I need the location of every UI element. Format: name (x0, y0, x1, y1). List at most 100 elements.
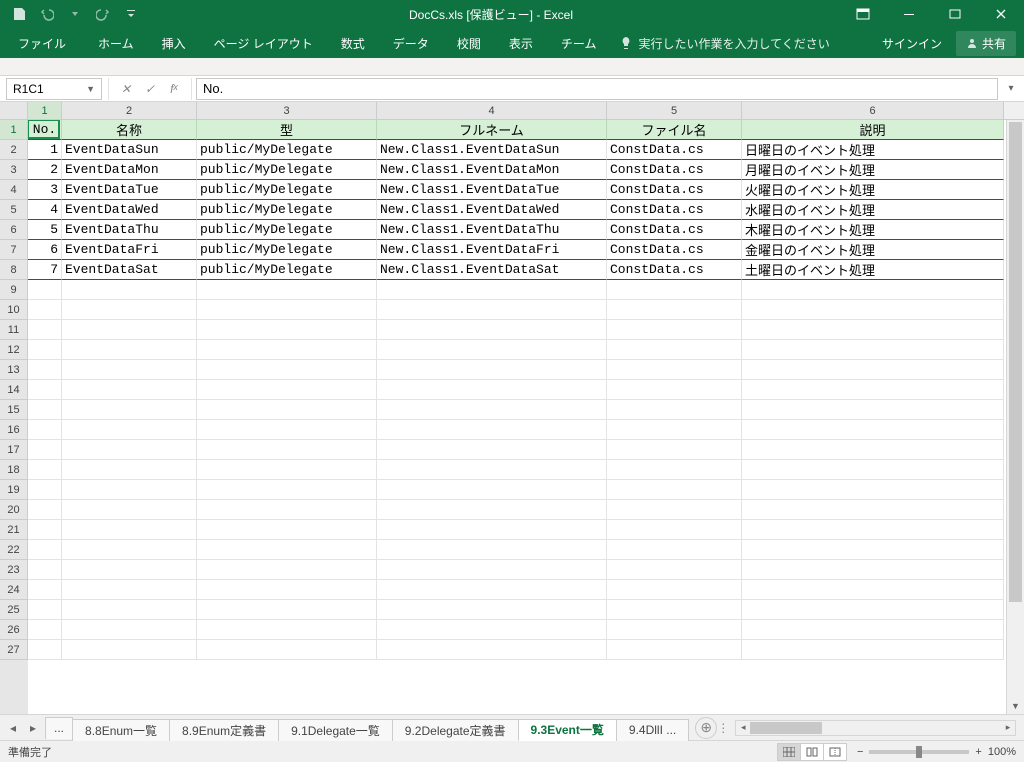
empty-cell[interactable] (62, 400, 197, 420)
empty-cell[interactable] (28, 600, 62, 620)
empty-cell[interactable] (742, 360, 1004, 380)
tab-7[interactable]: チーム (547, 28, 611, 58)
zoom-slider-thumb[interactable] (916, 746, 922, 758)
empty-cell[interactable] (62, 540, 197, 560)
empty-cell[interactable] (607, 620, 742, 640)
close-icon[interactable] (978, 0, 1024, 28)
minimize-icon[interactable] (886, 0, 932, 28)
table-cell[interactable]: public/MyDelegate (197, 160, 377, 180)
empty-cell[interactable] (28, 360, 62, 380)
table-header-cell[interactable]: 型 (197, 120, 377, 140)
row-header[interactable]: 4 (0, 180, 28, 200)
table-cell[interactable]: public/MyDelegate (197, 140, 377, 160)
select-all-corner[interactable] (0, 102, 28, 120)
row-header[interactable]: 1 (0, 120, 28, 140)
empty-cell[interactable] (62, 480, 197, 500)
table-cell[interactable]: EventDataWed (62, 200, 197, 220)
row-header[interactable]: 25 (0, 600, 28, 620)
table-cell[interactable]: ConstData.cs (607, 160, 742, 180)
table-cell[interactable]: 金曜日のイベント処理 (742, 240, 1004, 260)
row-header[interactable]: 23 (0, 560, 28, 580)
col-header[interactable]: 5 (607, 102, 742, 119)
table-cell[interactable]: 日曜日のイベント処理 (742, 140, 1004, 160)
table-cell[interactable]: ConstData.cs (607, 140, 742, 160)
empty-cell[interactable] (62, 460, 197, 480)
empty-cell[interactable] (197, 340, 377, 360)
hscroll-right-icon[interactable]: ▸ (1001, 722, 1015, 733)
empty-cell[interactable] (377, 560, 607, 580)
col-header[interactable]: 3 (197, 102, 377, 119)
row-header[interactable]: 6 (0, 220, 28, 240)
row-header[interactable]: 27 (0, 640, 28, 660)
table-cell[interactable]: ConstData.cs (607, 260, 742, 280)
table-cell[interactable]: 5 (28, 220, 62, 240)
empty-cell[interactable] (607, 280, 742, 300)
table-cell[interactable]: ConstData.cs (607, 180, 742, 200)
empty-cell[interactable] (607, 320, 742, 340)
empty-cell[interactable] (28, 340, 62, 360)
empty-cell[interactable] (28, 560, 62, 580)
tab-0[interactable]: ホーム (84, 28, 148, 58)
formula-input[interactable]: No. (196, 78, 998, 100)
empty-cell[interactable] (62, 440, 197, 460)
redo-icon[interactable] (92, 3, 114, 25)
empty-cell[interactable] (28, 540, 62, 560)
row-header[interactable]: 12 (0, 340, 28, 360)
empty-cell[interactable] (742, 620, 1004, 640)
empty-cell[interactable] (377, 420, 607, 440)
zoom-slider[interactable] (869, 750, 969, 754)
empty-cell[interactable] (377, 360, 607, 380)
empty-cell[interactable] (62, 420, 197, 440)
empty-cell[interactable] (62, 360, 197, 380)
table-cell[interactable]: ConstData.cs (607, 220, 742, 240)
empty-cell[interactable] (197, 620, 377, 640)
empty-cell[interactable] (377, 440, 607, 460)
empty-cell[interactable] (62, 600, 197, 620)
empty-cell[interactable] (607, 400, 742, 420)
empty-cell[interactable] (28, 500, 62, 520)
empty-cell[interactable] (742, 420, 1004, 440)
empty-cell[interactable] (742, 380, 1004, 400)
empty-cell[interactable] (28, 420, 62, 440)
row-header[interactable]: 17 (0, 440, 28, 460)
row-header[interactable]: 18 (0, 460, 28, 480)
sheet-split-handle[interactable]: ⋮ (717, 721, 727, 735)
table-cell[interactable]: EventDataMon (62, 160, 197, 180)
sheet-tab[interactable]: 9.2Delegate定義書 (392, 719, 519, 741)
empty-cell[interactable] (377, 580, 607, 600)
vertical-scrollbar[interactable]: ▲ ▼ (1006, 120, 1024, 714)
empty-cell[interactable] (377, 280, 607, 300)
tab-file[interactable]: ファイル (0, 28, 84, 58)
empty-cell[interactable] (62, 640, 197, 660)
empty-cell[interactable] (62, 620, 197, 640)
empty-cell[interactable] (28, 640, 62, 660)
empty-cell[interactable] (742, 300, 1004, 320)
table-header-cell[interactable]: 名称 (62, 120, 197, 140)
empty-cell[interactable] (197, 480, 377, 500)
tab-2[interactable]: ページ レイアウト (200, 28, 327, 58)
empty-cell[interactable] (742, 600, 1004, 620)
empty-cell[interactable] (607, 500, 742, 520)
maximize-icon[interactable] (932, 0, 978, 28)
cancel-icon[interactable]: ✕ (115, 82, 137, 96)
empty-cell[interactable] (197, 500, 377, 520)
empty-cell[interactable] (28, 520, 62, 540)
empty-cell[interactable] (197, 320, 377, 340)
view-normal-icon[interactable] (777, 743, 801, 761)
fx-icon[interactable]: fx (163, 82, 185, 96)
empty-cell[interactable] (28, 380, 62, 400)
sheet-tabs-ellipsis[interactable]: ... (45, 717, 73, 739)
row-header[interactable]: 10 (0, 300, 28, 320)
empty-cell[interactable] (607, 420, 742, 440)
row-header[interactable]: 13 (0, 360, 28, 380)
empty-cell[interactable] (377, 620, 607, 640)
table-cell[interactable]: New.Class1.EventDataFri (377, 240, 607, 260)
empty-cell[interactable] (607, 380, 742, 400)
table-cell[interactable]: public/MyDelegate (197, 260, 377, 280)
zoom-level[interactable]: 100% (988, 746, 1016, 758)
row-header[interactable]: 5 (0, 200, 28, 220)
empty-cell[interactable] (742, 400, 1004, 420)
empty-cell[interactable] (742, 460, 1004, 480)
sheet-tab[interactable]: 9.3Event一覧 (518, 719, 617, 741)
name-box[interactable]: R1C1 ▼ (6, 78, 102, 100)
